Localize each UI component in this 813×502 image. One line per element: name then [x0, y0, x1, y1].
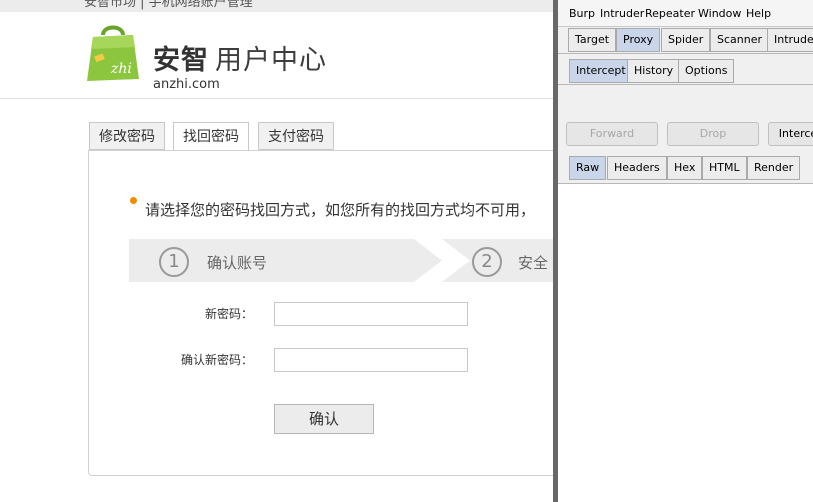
tab-scanner[interactable]: Scanner [710, 28, 770, 52]
tab-target[interactable]: Target [568, 28, 617, 52]
brand-domain: anzhi.com [153, 77, 220, 92]
burp-window: Burp Intruder Repeater Window Help Targe… [553, 0, 813, 502]
confirm-password-input[interactable] [274, 348, 468, 372]
confirm-button[interactable]: 确认 [274, 404, 374, 434]
tab-recover-password[interactable]: 找回密码 [173, 122, 249, 151]
menu-repeater[interactable]: Repeater [645, 7, 695, 20]
tab-intercept[interactable]: Intercept [569, 59, 633, 83]
burp-menubar: Burp Intruder Repeater Window Help [558, 0, 813, 27]
drop-button[interactable]: Drop [667, 122, 759, 146]
forward-button[interactable]: Forward [566, 122, 658, 146]
tab-spider[interactable]: Spider [661, 28, 711, 52]
menu-burp[interactable]: Burp [569, 7, 595, 20]
top-nav-strip: 安智市场 | 手机网络账户管理 [0, 0, 553, 12]
intercept-toggle-button[interactable]: Interce [768, 122, 813, 146]
tab-options[interactable]: Options [678, 59, 735, 83]
tab-headers[interactable]: Headers [607, 156, 667, 180]
tab-history[interactable]: History [627, 59, 681, 83]
menu-help[interactable]: Help [746, 7, 771, 20]
step-1-label: 确认账号 [207, 254, 268, 272]
tab-render[interactable]: Render [747, 156, 801, 180]
tab-html[interactable]: HTML [702, 156, 747, 180]
anzhi-logo-icon[interactable]: zhi [81, 21, 145, 85]
tab-intruder[interactable]: Intruder [767, 28, 813, 52]
site-header: zhi 安智 用户中心 anzhi.com [0, 12, 553, 99]
tab-proxy[interactable]: Proxy [616, 28, 661, 52]
menu-intruder[interactable]: Intruder [600, 7, 644, 20]
request-editor[interactable] [558, 183, 813, 502]
step-2-number: 2 [472, 247, 502, 277]
tab-payment-password[interactable]: 支付密码 [258, 122, 334, 150]
logo-text: zhi [110, 61, 132, 77]
new-password-input[interactable] [274, 302, 468, 326]
menu-window[interactable]: Window [698, 7, 741, 20]
new-password-label: 新密码： [204, 307, 253, 321]
browser-page: 安智市场 | 手机网络账户管理 zhi 安智 用户中心 anzhi.com 修改密… [0, 0, 553, 502]
confirm-password-label: 确认新密码： [180, 353, 253, 367]
brand-name: 安智 [153, 45, 209, 76]
tab-hex[interactable]: Hex [667, 156, 703, 180]
tabs-divider [558, 53, 813, 54]
subtabs-divider [558, 84, 813, 85]
brand-sub: 用户中心 [215, 45, 327, 76]
notice-text: 请选择您的密码找回方式，如您所有的找回方式均不可用， [145, 201, 536, 219]
step-1-number: 1 [159, 247, 189, 277]
tab-raw[interactable]: Raw [569, 156, 607, 180]
notice-bullet-icon [130, 197, 137, 204]
step-2-label: 安全 [518, 254, 549, 272]
tab-change-password[interactable]: 修改密码 [89, 122, 165, 150]
brand-title: 安智 用户中心 [153, 38, 327, 77]
top-nav-text[interactable]: 安智市场 | 手机网络账户管理 [84, 0, 253, 10]
